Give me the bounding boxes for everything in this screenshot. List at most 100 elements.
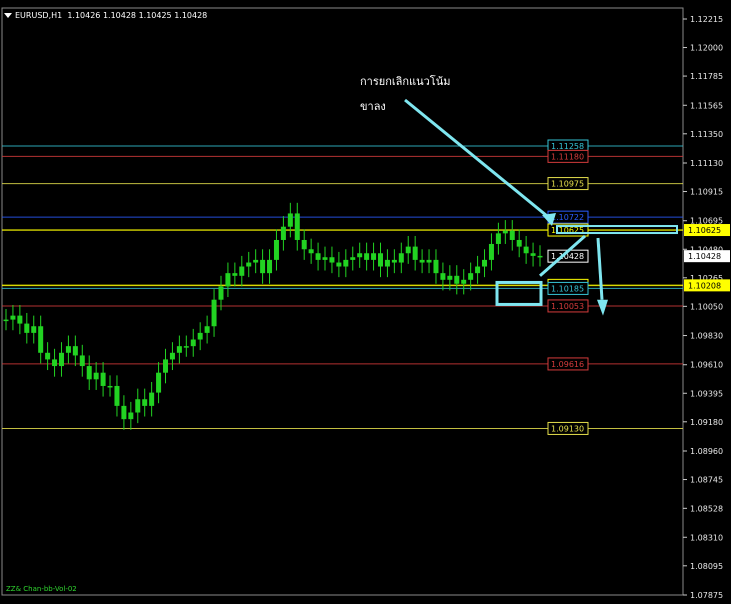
candle-body [509, 230, 515, 240]
level-price-axis-label: 1.10208 [688, 281, 721, 290]
candle-body [93, 372, 99, 380]
candle-body [218, 286, 224, 300]
price-level-text: 1.09616 [551, 360, 584, 369]
candle-body [176, 346, 182, 353]
y-tick-label: 1.09180 [690, 418, 723, 427]
candle-body [45, 352, 51, 360]
price-level-text: 1.09130 [551, 424, 584, 433]
indicator-footer-label: ZZ& Chan-bb-Vol-02 [6, 585, 77, 593]
candle-body [391, 259, 397, 263]
candle-body [31, 326, 37, 333]
candle-body [72, 346, 78, 356]
y-tick-label: 1.11130 [690, 159, 723, 168]
candle-body [86, 366, 92, 380]
price-level-text: 1.10053 [551, 302, 584, 311]
current-price-label: 1.10428 [688, 252, 721, 261]
price-level-label: 1.10053 [547, 299, 589, 313]
price-level-text: 1.11180 [551, 152, 584, 161]
y-tick-label: 1.12000 [690, 44, 723, 53]
level-price-axis-label: 1.10625 [688, 226, 721, 235]
candle-body [225, 273, 231, 287]
candle-body [412, 246, 418, 260]
y-tick-label: 1.12215 [690, 15, 723, 24]
candle-body [530, 253, 536, 256]
chart-header: EURUSD,H1 1.10426 1.10428 1.10425 1.1042… [4, 11, 207, 20]
candle-body [495, 233, 501, 244]
candle-body [433, 259, 439, 274]
candle-body [239, 266, 245, 276]
candle-body [100, 372, 106, 386]
candle-body [461, 279, 467, 284]
candle-body [308, 249, 314, 254]
candle-body [58, 352, 64, 367]
candle-body [482, 259, 488, 267]
price-level-label: 1.11180 [547, 149, 589, 163]
y-tick-label: 1.08960 [690, 447, 723, 456]
price-level-label: 1.10975 [547, 177, 589, 191]
candle-body [377, 253, 383, 267]
down-arrowhead-icon [597, 299, 608, 316]
y-tick-label: 1.08528 [690, 504, 723, 513]
candle-body [183, 346, 189, 348]
y-tick-label: 1.07875 [690, 591, 723, 600]
candle-body [280, 226, 286, 240]
candle-body [516, 239, 522, 247]
candle-body [156, 372, 162, 393]
candle-body [135, 399, 141, 413]
candle-body [17, 315, 23, 324]
y-tick-label: 1.08310 [690, 533, 723, 542]
price-level-label: 1.09616 [547, 357, 589, 371]
candle-body [440, 273, 446, 280]
candle-body [114, 385, 120, 406]
price-level-text: 1.10185 [551, 284, 584, 293]
candle-body [447, 275, 453, 280]
candle-body [3, 319, 9, 322]
annotation-arrow-line [404, 98, 553, 222]
candle-body [357, 253, 363, 258]
annotation-line2: ขาลง [360, 100, 386, 113]
price-level-text: 1.10975 [551, 180, 584, 189]
candle-body [294, 213, 300, 240]
candle-body [10, 315, 16, 320]
candle-body [350, 257, 356, 260]
price-level-text: 1.10722 [551, 213, 584, 222]
candle-body [273, 239, 279, 260]
candle-body [384, 259, 390, 267]
symbol-label: EURUSD,H1 [15, 11, 63, 20]
ohlc-values: 1.10426 1.10428 1.10425 1.10428 [67, 11, 208, 20]
candle-body [24, 323, 30, 333]
y-tick-label: 1.09830 [690, 332, 723, 341]
dropdown-triangle-icon[interactable] [4, 13, 12, 18]
candle-body [149, 392, 155, 406]
candle-body [371, 253, 377, 260]
projection-down-arrow [596, 237, 604, 300]
candle-body [107, 385, 113, 388]
candle-body [253, 259, 259, 263]
candle-body [405, 246, 411, 254]
price-chart: 1.12215 1.12000 1.11785 1.11565 1.11350 1.111… [1, 7, 730, 600]
candle-body [523, 246, 529, 254]
candle-body [301, 239, 307, 250]
candle-body [322, 257, 328, 260]
candle-body [163, 359, 169, 373]
candle-body [287, 213, 293, 227]
candle-body [246, 262, 252, 267]
candle-body [426, 259, 432, 263]
candle-body [142, 399, 148, 406]
price-level-text: 1.11258 [551, 142, 584, 151]
candle-body [211, 299, 217, 327]
candle-body [419, 259, 425, 263]
candle-body [454, 275, 460, 284]
candle-body [128, 412, 134, 420]
y-tick-label: 1.09610 [690, 361, 723, 370]
candle-body [197, 332, 203, 340]
candle-body [267, 259, 273, 274]
candle-body [38, 326, 44, 353]
y-tick-label: 1.10915 [690, 188, 723, 197]
candle-body [329, 257, 335, 263]
candle-body [364, 253, 370, 260]
candle-body [204, 326, 210, 333]
candle-body [315, 253, 321, 260]
candle-body [190, 339, 196, 347]
y-tick-label: 1.08745 [690, 476, 723, 485]
